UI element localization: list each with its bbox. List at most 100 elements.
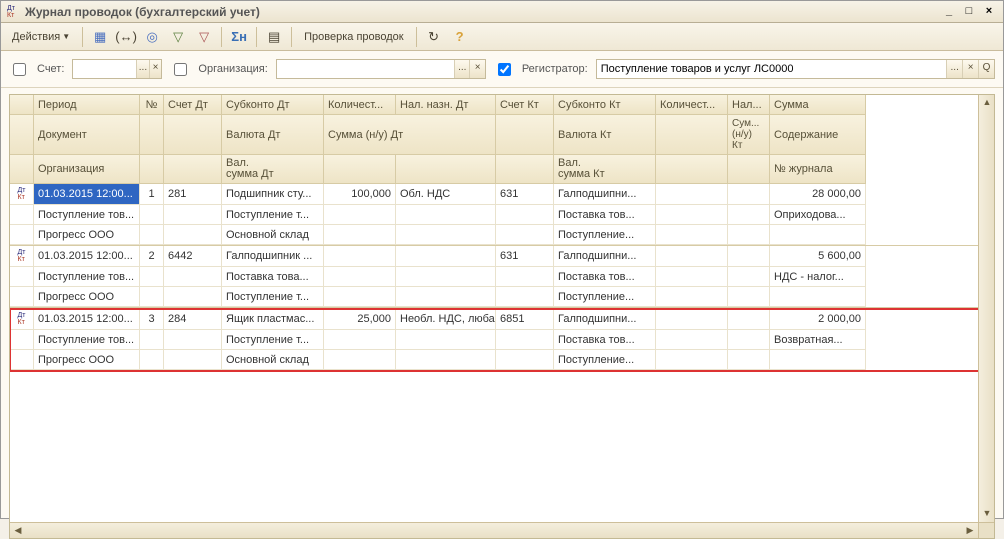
filter-icon[interactable]: ▽: [166, 26, 190, 48]
col-acc-dt[interactable]: Счет Дт: [164, 95, 222, 115]
cell-document[interactable]: Поступление тов...: [34, 330, 140, 350]
cell-sub-dt-3[interactable]: Поступление т...: [222, 287, 324, 307]
scroll-up-icon[interactable]: ▲: [979, 95, 995, 111]
cell-sub-dt-3[interactable]: Основной склад: [222, 225, 324, 245]
entry-group[interactable]: 01.03.2015 12:00...1281Подшипник сту...1…: [10, 184, 994, 246]
col-acc-kt[interactable]: Счет Кт: [496, 95, 554, 115]
account-input[interactable]: [73, 60, 136, 78]
cell-qty[interactable]: 100,000: [324, 184, 396, 205]
account-field[interactable]: ... ×: [72, 59, 162, 79]
col-org[interactable]: Организация: [34, 155, 140, 184]
col-journal-num[interactable]: № журнала: [770, 155, 866, 184]
check-entries-button[interactable]: Проверка проводок: [297, 26, 410, 48]
actions-menu[interactable]: Действия ▼: [5, 26, 77, 48]
col-icon[interactable]: [10, 95, 34, 115]
cell-content[interactable]: Возвратная...: [770, 330, 866, 350]
cell-sub-dt[interactable]: Подшипник сту...: [222, 184, 324, 205]
cell-content[interactable]: НДС - налог...: [770, 267, 866, 287]
field-search-icon[interactable]: Q: [978, 60, 994, 78]
registrar-field[interactable]: ... × Q: [596, 59, 995, 79]
doc-icon[interactable]: ▤: [262, 26, 286, 48]
entry-group[interactable]: 01.03.2015 12:00...3284Ящик пластмас...2…: [10, 309, 994, 371]
help-icon[interactable]: ?: [448, 26, 472, 48]
filter-clear-icon[interactable]: ▽: [192, 26, 216, 48]
registrar-input[interactable]: [597, 60, 947, 78]
cell-sub-kt-3[interactable]: Поступление...: [554, 287, 656, 307]
cell-document[interactable]: Поступление тов...: [34, 205, 140, 225]
cell-acc-dt[interactable]: 281: [164, 184, 222, 205]
close-button[interactable]: ×: [981, 5, 997, 19]
cell-qty-kt[interactable]: [656, 246, 728, 267]
minimize-button[interactable]: _: [941, 5, 957, 19]
col-currency-dt[interactable]: Валюта Дт: [222, 115, 324, 155]
field-ellipsis-icon[interactable]: ...: [454, 60, 469, 78]
cell-tax-dt[interactable]: Обл. НДС: [396, 184, 496, 205]
cell-acc-dt[interactable]: 284: [164, 309, 222, 330]
find-icon[interactable]: ◎: [140, 26, 164, 48]
col-tax-kt[interactable]: Нал...: [728, 95, 770, 115]
cell-sub-dt-2[interactable]: Поступление т...: [222, 205, 324, 225]
cell-tax-dt[interactable]: [396, 246, 496, 267]
col-period[interactable]: Период: [34, 95, 140, 115]
org-input[interactable]: [277, 60, 454, 78]
cell-org[interactable]: Прогресс ООО: [34, 350, 140, 370]
cell-sub-kt[interactable]: Галподшипни...: [554, 246, 656, 267]
scroll-down-icon[interactable]: ▼: [979, 506, 995, 522]
cell-tax-kt[interactable]: [728, 246, 770, 267]
cell-sub-kt[interactable]: Галподшипни...: [554, 184, 656, 205]
col-qty-kt[interactable]: Количест...: [656, 95, 728, 115]
cell-tax-dt[interactable]: Необл. НДС, люба...: [396, 309, 496, 330]
cell-sub-kt[interactable]: Галподшипни...: [554, 309, 656, 330]
cell-num[interactable]: 1: [140, 184, 164, 205]
col-qty[interactable]: Количест...: [324, 95, 396, 115]
cell-sum[interactable]: 2 000,00: [770, 309, 866, 330]
sum-icon[interactable]: Σн: [227, 26, 251, 48]
org-checkbox[interactable]: [174, 63, 187, 76]
account-checkbox[interactable]: [13, 63, 26, 76]
filter-off-icon[interactable]: (↔): [114, 26, 138, 48]
field-ellipsis-icon[interactable]: ...: [946, 60, 962, 78]
col-content[interactable]: Содержание: [770, 115, 866, 155]
col-document[interactable]: Документ: [34, 115, 140, 155]
col-currency-kt[interactable]: Валюта Кт: [554, 115, 656, 155]
cell-num[interactable]: 2: [140, 246, 164, 267]
cell-qty-kt[interactable]: [656, 309, 728, 330]
maximize-button[interactable]: □: [961, 5, 977, 19]
cell-tax-kt[interactable]: [728, 184, 770, 205]
cell-sub-dt[interactable]: Ящик пластмас...: [222, 309, 324, 330]
cell-sub-dt-2[interactable]: Поставка това...: [222, 267, 324, 287]
cell-org[interactable]: Прогресс ООО: [34, 287, 140, 307]
col-num[interactable]: №: [140, 95, 164, 115]
cell-period[interactable]: 01.03.2015 12:00...: [34, 246, 140, 267]
col-subkonto-dt[interactable]: Субконто Дт: [222, 95, 324, 115]
org-field[interactable]: ... ×: [276, 59, 486, 79]
cell-acc-kt[interactable]: 6851: [496, 309, 554, 330]
scroll-right-icon[interactable]: ▶: [962, 523, 978, 539]
cell-period[interactable]: 01.03.2015 12:00...: [34, 309, 140, 330]
cell-acc-dt[interactable]: 6442: [164, 246, 222, 267]
col-val-sum-dt[interactable]: Вал. сумма Дт: [222, 155, 324, 184]
cell-acc-kt[interactable]: 631: [496, 246, 554, 267]
vertical-scrollbar[interactable]: ▲ ▼: [978, 95, 994, 522]
field-clear-icon[interactable]: ×: [962, 60, 978, 78]
cell-num[interactable]: 3: [140, 309, 164, 330]
cell-qty[interactable]: 25,000: [324, 309, 396, 330]
col-subkonto-kt[interactable]: Субконто Кт: [554, 95, 656, 115]
cell-sum[interactable]: 28 000,00: [770, 184, 866, 205]
cell-sum[interactable]: 5 600,00: [770, 246, 866, 267]
field-ellipsis-icon[interactable]: ...: [136, 60, 149, 78]
cell-period[interactable]: 01.03.2015 12:00...: [34, 184, 140, 205]
cell-sub-kt-3[interactable]: Поступление...: [554, 225, 656, 245]
refresh-icon[interactable]: ↻: [422, 26, 446, 48]
field-clear-icon[interactable]: ×: [469, 60, 484, 78]
cell-sub-dt-3[interactable]: Основной склад: [222, 350, 324, 370]
registrar-checkbox[interactable]: [498, 63, 511, 76]
cell-sub-kt-2[interactable]: Поставка тов...: [554, 267, 656, 287]
cell-document[interactable]: Поступление тов...: [34, 267, 140, 287]
field-clear-icon[interactable]: ×: [149, 60, 162, 78]
cell-sub-dt-2[interactable]: Поступление т...: [222, 330, 324, 350]
list-icon[interactable]: ▦: [88, 26, 112, 48]
cell-content[interactable]: Оприходова...: [770, 205, 866, 225]
cell-sub-kt-2[interactable]: Поставка тов...: [554, 205, 656, 225]
col-sum[interactable]: Сумма: [770, 95, 866, 115]
